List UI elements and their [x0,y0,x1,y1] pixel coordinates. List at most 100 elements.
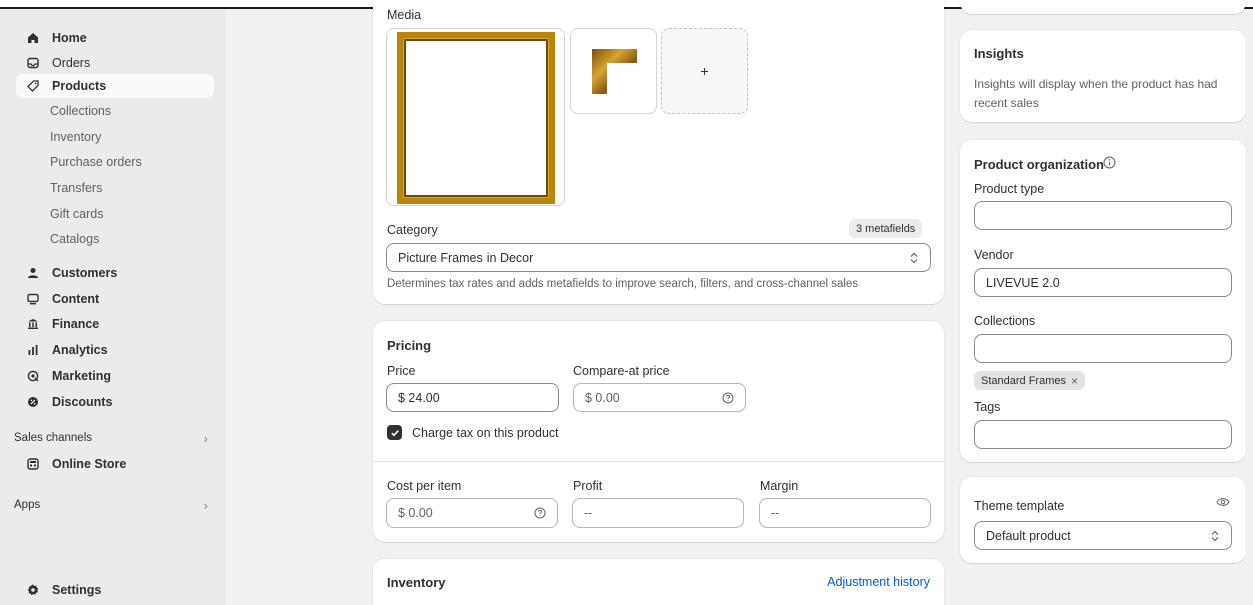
profit-label: Profit [573,479,603,493]
product-organization-title: Product organization [974,157,1104,172]
home-icon [26,31,40,45]
charge-tax-checkbox[interactable] [387,425,402,440]
help-circle-icon[interactable] [534,507,546,519]
inventory-title: Inventory [387,575,446,590]
sidebar-subitem-inventory[interactable]: Inventory [50,127,101,147]
compare-price-input[interactable]: $ 0.00 [573,383,746,412]
product-type-label: Product type [974,182,1045,196]
sidebar-subitem-purchase-orders[interactable]: Purchase orders [50,152,142,172]
sidebar-item-label: Marketing [52,369,112,383]
apps-header[interactable]: Apps › [14,495,214,515]
category-value-bold: Picture Frames [398,250,483,265]
bank-icon [26,317,40,331]
margin-label: Margin [760,479,799,493]
cost-per-item-label: Cost per item [387,479,462,493]
collection-tag-label: Standard Frames [981,374,1066,387]
insights-body: Insights will display when the product h… [974,77,1218,110]
metafields-badge[interactable]: 3 metafields [849,219,923,238]
sidebar-subitem-gift-cards[interactable]: Gift cards [50,204,104,224]
collection-tag-standard-frames: Standard Frames × [974,371,1085,390]
sidebar-item-marketing[interactable]: Marketing [16,364,214,388]
plus-icon: + [700,63,709,79]
sidebar-item-discounts[interactable]: Discounts [16,390,214,414]
picture-frame-image [397,32,555,204]
inbox-icon [26,56,40,70]
sidebar-item-online-store[interactable]: Online Store [16,452,214,476]
compare-price-value: $ 0.00 [585,390,620,405]
sidebar-item-customers[interactable]: Customers [16,261,214,285]
sidebar-item-orders[interactable]: Orders [16,51,214,75]
chevron-right-icon: › [203,497,208,513]
select-arrows-icon [1210,530,1220,542]
person-icon [26,266,40,280]
top-right-card-edge [960,0,1246,14]
sidebar-item-analytics[interactable]: Analytics [16,338,214,362]
media-category-card: Media + Category 3 metafields Picture Fr… [373,0,944,304]
info-icon[interactable] [1103,156,1116,172]
price-value: $ 24.00 [398,390,440,405]
sales-channels-label: Sales channels [14,432,92,444]
collections-label: Collections [974,314,1036,328]
frame-corner-inner [607,63,637,94]
theme-template-value: Default product [986,528,1071,543]
charge-tax-label[interactable]: Charge tax on this product [412,426,559,440]
sidebar-item-home[interactable]: Home [16,26,214,50]
sidebar-item-settings[interactable]: Settings [16,578,214,602]
cost-per-item-value: $ 0.00 [398,506,433,520]
theme-template-card: Theme template Default product [960,477,1246,563]
remove-tag-icon[interactable]: × [1071,374,1078,388]
vendor-value: LIVEVUE 2.0 [986,275,1060,290]
margin-value: -- [771,506,780,520]
sidebar-item-products[interactable]: Products [16,74,214,98]
product-type-input[interactable] [974,201,1232,230]
eye-icon[interactable] [1216,496,1230,510]
sidebar-item-finance[interactable]: Finance [16,312,214,336]
product-organization-card: Product organization Product type Vendor… [960,140,1246,462]
main-product-image[interactable] [386,28,565,206]
category-select[interactable]: Picture Frames in Decor [386,243,931,272]
media-label: Media [387,8,422,22]
thumbnail-image[interactable] [570,28,657,114]
checkmark-icon [390,429,399,436]
add-media-button[interactable]: + [661,28,748,114]
sidebar-subitem-transfers[interactable]: Transfers [50,178,102,198]
sales-channels-header[interactable]: Sales channels › [14,428,214,448]
metafields-badge-text: 3 metafields [856,222,916,235]
bar-chart-icon [26,343,40,357]
monitor-icon [26,292,40,306]
discount-icon [26,395,40,409]
pricing-card: Pricing Price $ 24.00 Compare-at price $… [373,321,944,542]
sidebar-item-label: Finance [52,317,100,331]
tag-icon [26,79,40,93]
cost-per-item-input[interactable]: $ 0.00 [386,498,558,528]
price-label: Price [387,364,416,378]
adjustment-history-link[interactable]: Adjustment history [827,575,930,589]
sidebar-item-label: Online Store [52,457,127,471]
sidebar-item-content[interactable]: Content [16,287,214,311]
help-circle-icon[interactable] [722,392,734,404]
sidebar: Home Orders Products Collections Invento… [0,9,226,605]
sidebar-item-label: Home [52,31,87,45]
collections-input[interactable] [974,334,1232,363]
profit-value: -- [584,506,593,520]
margin-field: -- [759,498,931,528]
theme-template-select[interactable]: Default product [974,521,1232,550]
vendor-input[interactable]: LIVEVUE 2.0 [974,268,1232,297]
tags-label: Tags [974,400,1001,414]
price-input[interactable]: $ 24.00 [386,383,559,412]
sidebar-item-label: Products [52,79,107,93]
sidebar-item-label: Customers [52,266,118,280]
sidebar-subitem-catalogs[interactable]: Catalogs [50,229,99,249]
tags-input[interactable] [974,420,1232,449]
sidebar-item-label: Discounts [52,395,113,409]
insights-card: Insights Insights will display when the … [960,30,1246,122]
compare-price-label: Compare-at price [573,364,670,378]
sidebar-item-label: Content [52,292,100,306]
store-icon [26,457,40,471]
sidebar-subitem-collections[interactable]: Collections [50,101,111,121]
chevron-right-icon: › [203,430,208,446]
target-icon [26,369,40,383]
apps-label: Apps [14,499,41,511]
theme-template-label: Theme template [974,499,1065,513]
category-help-text: Determines tax rates and adds metafields… [387,278,859,290]
